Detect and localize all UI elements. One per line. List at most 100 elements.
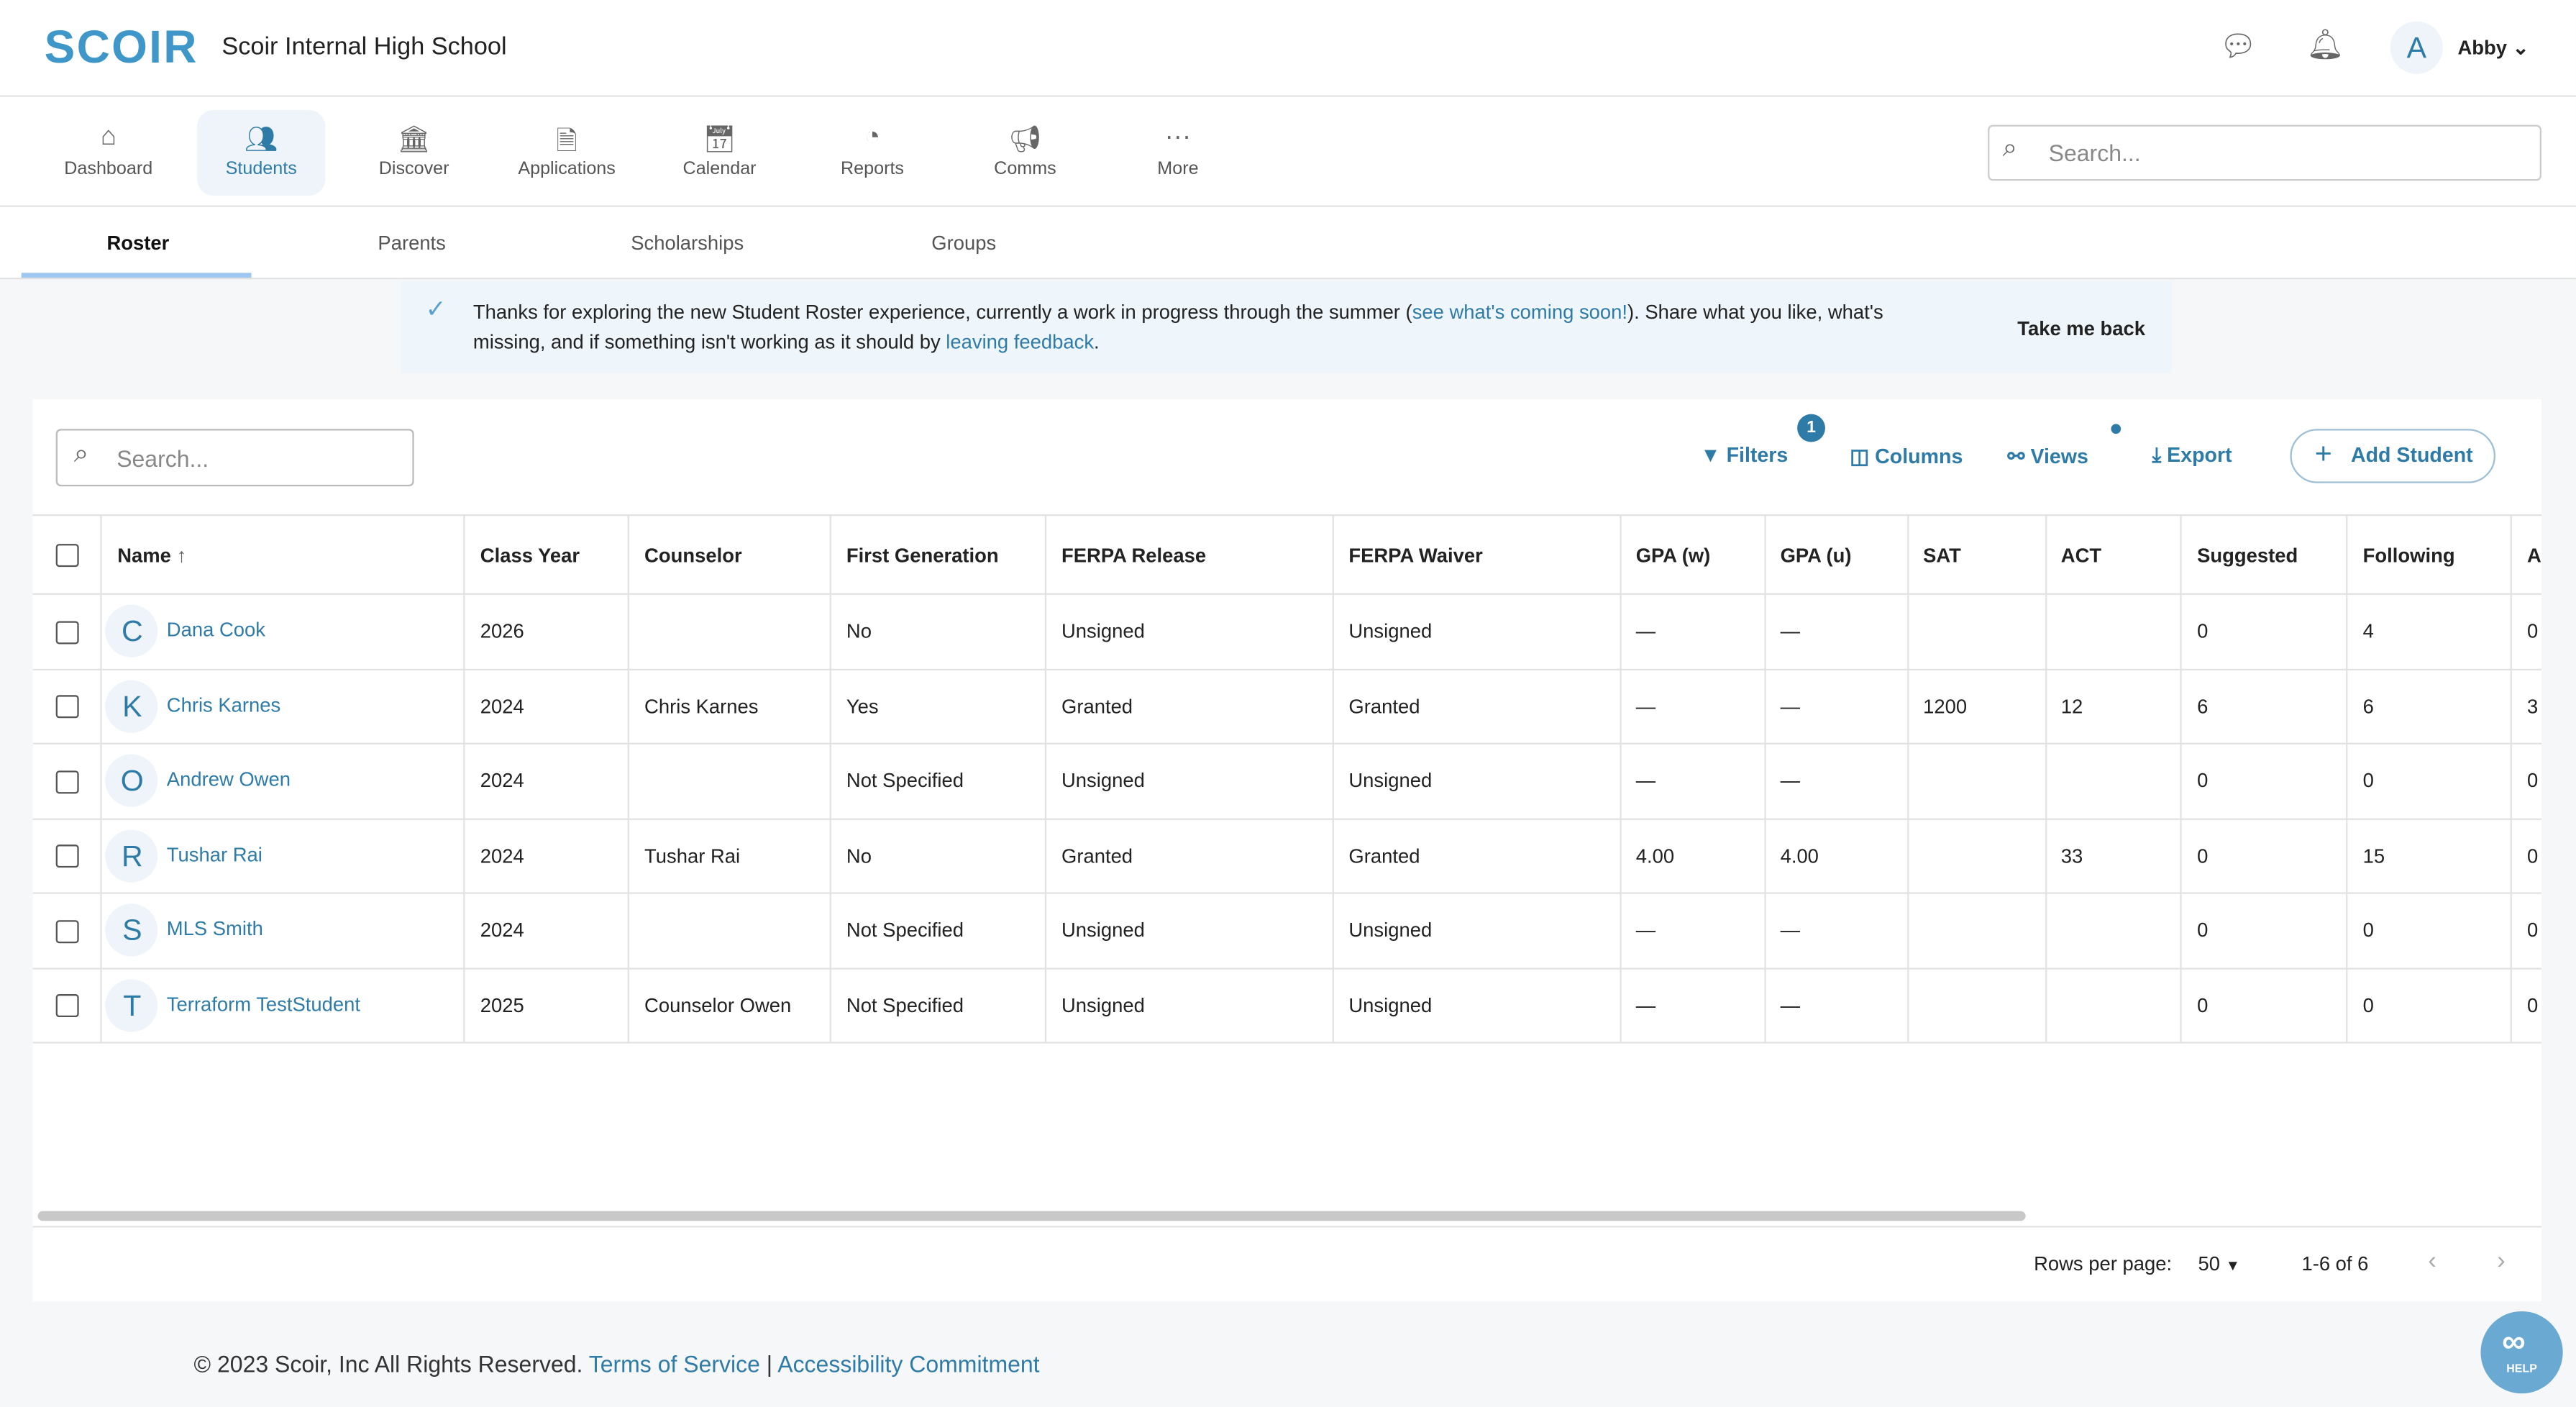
column-header[interactable]: FERPA Waiver (1333, 514, 1622, 595)
nav-item-comms[interactable]: 📢︎ Comms (961, 110, 1089, 196)
tab-parents[interactable]: Parents (378, 232, 445, 255)
export-button[interactable]: ⤓ Export (2152, 444, 2232, 468)
student-name-link[interactable]: Dana Cook (167, 619, 265, 642)
search-icon: ⌕ (73, 440, 89, 469)
avatar[interactable]: A (2390, 21, 2443, 74)
table-row[interactable]: C Dana Cook 2026 No Unsigned Unsigned — —0 4 0 (32, 593, 2541, 670)
bell-icon[interactable]: 🔔︎ (2306, 28, 2344, 63)
column-header[interactable]: Class Year (465, 514, 630, 595)
roster-search-input[interactable]: ⌕ Search... (55, 429, 414, 487)
tab-scholarships[interactable]: Scholarships (631, 232, 744, 255)
table-cell: 3 (2511, 668, 2541, 745)
column-label: SAT (1923, 542, 1961, 566)
row-checkbox[interactable] (55, 919, 79, 943)
table-cell: 0 (2181, 893, 2349, 969)
tab-groups[interactable]: Groups (931, 232, 996, 255)
student-name-link[interactable]: Terraform TestStudent (167, 993, 360, 1016)
messages-icon[interactable]: 💬︎ (2219, 29, 2257, 64)
column-header[interactable]: Name ↑ (101, 514, 466, 595)
leaving-feedback-link[interactable]: leaving feedback (946, 330, 1094, 353)
student-name-link[interactable]: Tushar Rai (167, 843, 262, 866)
table-cell: 0 (2511, 743, 2541, 819)
select-all-checkbox[interactable] (55, 543, 79, 567)
table-row[interactable]: S MLS Smith 2024 Not Specified Unsigned Unsig… (32, 893, 2541, 969)
users-icon: 👥︎ (245, 126, 278, 155)
nav-label: Comms (994, 159, 1056, 179)
nav-item-dashboard[interactable]: ⌂ Dashboard (45, 110, 173, 196)
nav-item-discover[interactable]: 🏛︎ Discover (350, 110, 478, 196)
column-label: ACT (2060, 542, 2102, 566)
active-tab-indicator (21, 273, 252, 278)
table-cell: Unsigned (1333, 893, 1622, 969)
table-cell: 0 (2511, 593, 2541, 670)
table-cell: No (831, 818, 1047, 894)
global-search-input[interactable]: ⌕ Search... (1988, 124, 2541, 181)
table-cell: 0 (2511, 967, 2541, 1044)
row-checkbox[interactable] (55, 770, 79, 793)
name-cell: C Dana Cook (101, 593, 466, 670)
table-row[interactable]: T Terraform TestStudent 2025 Counselor Owen… (32, 967, 2541, 1044)
column-header[interactable]: Following (2347, 514, 2513, 595)
horizontal-scrollbar[interactable] (37, 1211, 2026, 1221)
table-cell: — (1764, 967, 1909, 1044)
table-cell: 4.00 (1764, 818, 1909, 894)
table-cell: 6 (2181, 668, 2349, 745)
info-banner: ✓ Thanks for exploring the new Student R… (401, 281, 2172, 373)
column-label: Suggested (2197, 542, 2298, 566)
nav-item-reports[interactable]: ◔ Reports (808, 110, 936, 196)
download-icon: ⤓ (2152, 443, 2162, 467)
table-row[interactable]: O Andrew Owen 2024 Not Specified Unsigned Uns… (32, 743, 2541, 819)
filters-button[interactable]: ▼ Filters (1700, 444, 1788, 467)
next-page-icon[interactable]: › (2497, 1247, 2505, 1275)
column-header[interactable]: A (2511, 514, 2541, 595)
take-me-back-button[interactable]: Take me back (2017, 314, 2145, 343)
row-select (32, 967, 103, 1044)
nav-item-calendar[interactable]: 📅︎ Calendar (655, 110, 783, 196)
column-header[interactable]: GPA (u) (1764, 514, 1909, 595)
user-name: Abby (2457, 36, 2507, 60)
table-row[interactable]: R Tushar Rai 2024 Tushar Rai No Granted Grante… (32, 818, 2541, 894)
help-button[interactable]: ∞ HELP (2480, 1311, 2563, 1394)
pagination-range: 1-6 of 6 (2301, 1252, 2369, 1275)
prev-page-icon[interactable]: ‹ (2428, 1247, 2436, 1275)
student-name-link[interactable]: Andrew Owen (167, 768, 291, 791)
table-cell: 2024 (465, 893, 630, 969)
add-student-button[interactable]: + Add Student (2290, 429, 2496, 483)
table-cell: Tushar Rai (629, 818, 832, 894)
export-label: Export (2167, 443, 2232, 467)
column-header[interactable]: ACT (2045, 514, 2183, 595)
nav-item-applications[interactable]: 🗎 Applications (503, 110, 631, 196)
accessibility-link[interactable]: Accessibility Commitment (777, 1351, 1039, 1378)
whats-coming-link[interactable]: see what's coming soon! (1412, 301, 1627, 324)
table-cell: Granted (1046, 818, 1334, 894)
name-cell: O Andrew Owen (101, 743, 466, 819)
sort-ascending-icon[interactable]: ↑ (177, 543, 187, 566)
user-menu[interactable]: Abby ⌄ (2457, 36, 2529, 59)
row-checkbox[interactable] (55, 620, 79, 644)
columns-button[interactable]: ◫ Columns (1850, 444, 1963, 468)
table-cell (1907, 893, 2047, 969)
student-name-link[interactable]: MLS Smith (167, 918, 263, 941)
terms-link[interactable]: Terms of Service (589, 1351, 760, 1378)
row-checkbox[interactable] (55, 695, 79, 719)
nav-item-students[interactable]: 👥︎ Students (197, 110, 326, 196)
nav-label: Discover (378, 159, 449, 179)
nav-item-more[interactable]: ··· More (1114, 110, 1242, 196)
column-header[interactable]: Suggested (2181, 514, 2349, 595)
rows-per-page-select[interactable]: 50 ▼ (2198, 1252, 2241, 1275)
table-row[interactable]: K Chris Karnes 2024 Chris Karnes Yes Granted G… (32, 668, 2541, 745)
row-select (32, 668, 103, 745)
column-header[interactable]: First Generation (831, 514, 1047, 595)
scoir-logo[interactable]: SCOIR (45, 22, 198, 74)
column-header[interactable]: GPA (w) (1620, 514, 1766, 595)
tab-roster[interactable]: Roster (106, 232, 169, 255)
row-checkbox[interactable] (55, 844, 79, 868)
column-header[interactable]: FERPA Release (1046, 514, 1334, 595)
column-header[interactable]: Counselor (629, 514, 832, 595)
table-cell: — (1620, 743, 1766, 819)
row-checkbox[interactable] (55, 994, 79, 1018)
views-button[interactable]: ⚯ Views (2008, 444, 2088, 468)
column-label: Counselor (644, 542, 742, 566)
column-header[interactable]: SAT (1907, 514, 2047, 595)
student-name-link[interactable]: Chris Karnes (167, 693, 280, 716)
